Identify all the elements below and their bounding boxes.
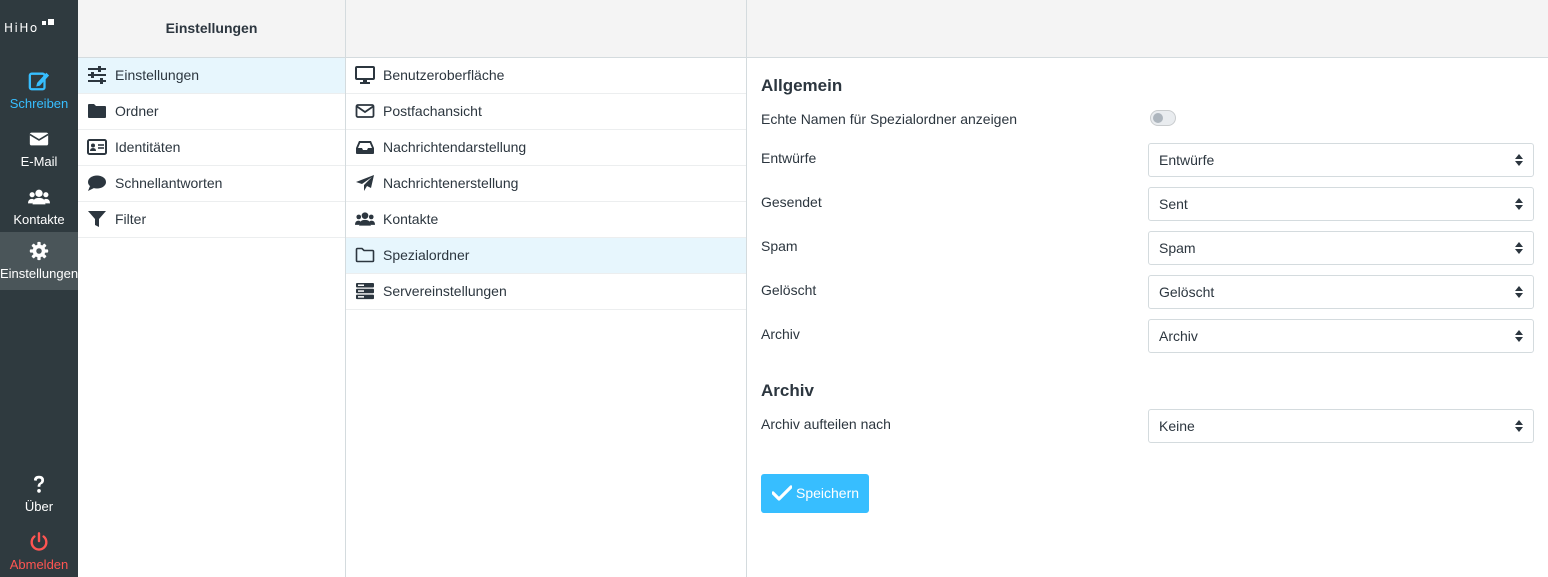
spam-folder-value: Spam bbox=[1159, 240, 1196, 256]
section-item-composing[interactable]: Nachrichtenerstellung bbox=[346, 166, 746, 202]
logo-text: HiHo bbox=[4, 21, 39, 35]
spam-folder-select[interactable]: Spam bbox=[1148, 231, 1534, 265]
sent-folder-value: Sent bbox=[1159, 196, 1188, 212]
select-arrows-icon bbox=[1515, 154, 1523, 166]
compose-icon bbox=[28, 72, 50, 91]
spam-folder-label: Spam bbox=[761, 238, 798, 254]
show-real-names-toggle[interactable] bbox=[1150, 110, 1176, 126]
archive-folder-value: Archiv bbox=[1159, 328, 1198, 344]
sent-folder-select[interactable]: Sent bbox=[1148, 187, 1534, 221]
save-button[interactable]: Speichern bbox=[761, 474, 869, 513]
archive-split-select[interactable]: Keine bbox=[1148, 409, 1534, 443]
select-arrows-icon bbox=[1515, 242, 1523, 254]
archive-split-label: Archiv aufteilen nach bbox=[761, 416, 891, 432]
special-folders-form: Allgemein Echte Namen für Spezialordner … bbox=[747, 0, 1548, 577]
sliders-icon bbox=[88, 66, 106, 84]
trash-folder-value: Gelöscht bbox=[1159, 284, 1215, 300]
nav-mail[interactable]: E-Mail bbox=[0, 120, 78, 178]
server-icon bbox=[356, 283, 374, 300]
nav-settings[interactable]: Einstellungen bbox=[0, 232, 78, 290]
section-item-message-display[interactable]: Nachrichtendarstellung bbox=[346, 130, 746, 166]
section-item-label: Nachrichtenerstellung bbox=[383, 175, 519, 191]
settings-panel-title: Einstellungen bbox=[78, 0, 345, 58]
archive-split-value: Keine bbox=[1159, 418, 1195, 434]
id-card-icon bbox=[87, 139, 107, 155]
settings-item-label: Filter bbox=[115, 211, 147, 227]
settings-item-folders[interactable]: Ordner bbox=[78, 94, 345, 130]
show-real-names-label: Echte Namen für Spezialordner anzeigen bbox=[761, 111, 1018, 127]
sent-folder-label: Gesendet bbox=[761, 194, 822, 210]
section-item-contacts[interactable]: Kontakte bbox=[346, 202, 746, 238]
comment-icon bbox=[88, 175, 106, 191]
section-item-label: Postfachansicht bbox=[383, 103, 482, 119]
section-item-label: Servereinstellungen bbox=[383, 283, 507, 299]
settings-item-preferences[interactable]: Einstellungen bbox=[78, 58, 345, 94]
select-arrows-icon bbox=[1515, 198, 1523, 210]
archive-folder-select[interactable]: Archiv bbox=[1148, 319, 1534, 353]
section-item-server[interactable]: Servereinstellungen bbox=[346, 274, 746, 310]
nav-contacts-label: Kontakte bbox=[13, 212, 65, 227]
gear-icon bbox=[29, 241, 49, 261]
settings-item-identities[interactable]: Identitäten bbox=[78, 130, 345, 166]
settings-item-filters[interactable]: Filter bbox=[78, 202, 345, 238]
nav-compose-label: Schreiben bbox=[9, 96, 69, 111]
save-button-label: Speichern bbox=[796, 485, 860, 501]
archive-folder-label: Archiv bbox=[761, 326, 800, 342]
trash-folder-select[interactable]: Gelöscht bbox=[1148, 275, 1534, 309]
select-arrows-icon bbox=[1515, 420, 1523, 432]
section-item-ui[interactable]: Benutzeroberfläche bbox=[346, 58, 746, 94]
drafts-folder-label: Entwürfe bbox=[761, 150, 817, 166]
nav-settings-label: Einstellungen bbox=[0, 266, 79, 281]
inbox-icon bbox=[356, 141, 374, 154]
users-icon bbox=[355, 212, 375, 226]
question-icon bbox=[33, 475, 45, 493]
section-title-archive: Archiv bbox=[761, 381, 814, 400]
settings-item-label: Einstellungen bbox=[115, 67, 200, 83]
section-item-label: Nachrichtendarstellung bbox=[383, 139, 527, 155]
folder-icon bbox=[88, 104, 106, 118]
nav-contacts[interactable]: Kontakte bbox=[0, 178, 78, 236]
drafts-folder-select[interactable]: Entwürfe bbox=[1148, 143, 1534, 177]
main-navigation: HiHo Schreiben E-Mail Kontakte Einstellu… bbox=[0, 0, 78, 577]
envelope-outline-icon bbox=[355, 104, 375, 118]
sections-list-panel: Benutzeroberfläche Postfachansicht Nachr… bbox=[346, 0, 747, 577]
envelope-icon bbox=[29, 132, 49, 146]
monitor-icon bbox=[355, 66, 375, 84]
nav-logout-label: Abmelden bbox=[9, 557, 69, 572]
form-header bbox=[747, 0, 1548, 58]
nav-about[interactable]: Über bbox=[0, 465, 78, 523]
nav-compose[interactable]: Schreiben bbox=[0, 62, 78, 120]
nav-about-label: Über bbox=[24, 499, 54, 514]
section-title-general: Allgemein bbox=[761, 76, 843, 95]
settings-item-responses[interactable]: Schnellantworten bbox=[78, 166, 345, 202]
settings-item-label: Schnellantworten bbox=[115, 175, 223, 191]
settings-list-panel: Einstellungen Einstellungen Ordner Ident… bbox=[78, 0, 346, 577]
settings-item-label: Ordner bbox=[115, 103, 159, 119]
settings-item-label: Identitäten bbox=[115, 139, 181, 155]
select-arrows-icon bbox=[1515, 330, 1523, 342]
section-item-label: Spezialordner bbox=[383, 247, 470, 263]
paper-plane-icon bbox=[356, 175, 374, 191]
nav-mail-label: E-Mail bbox=[20, 154, 58, 169]
drafts-folder-value: Entwürfe bbox=[1159, 152, 1215, 168]
filter-icon bbox=[88, 211, 106, 227]
folder-outline-icon bbox=[355, 247, 375, 263]
trash-folder-label: Gelöscht bbox=[761, 282, 817, 298]
section-item-mailbox[interactable]: Postfachansicht bbox=[346, 94, 746, 130]
section-item-label: Kontakte bbox=[383, 211, 439, 227]
app-logo[interactable]: HiHo bbox=[4, 18, 56, 38]
checkmark-icon bbox=[772, 485, 792, 501]
users-icon bbox=[28, 189, 50, 205]
select-arrows-icon bbox=[1515, 286, 1523, 298]
toggle-knob bbox=[1153, 113, 1163, 123]
nav-logout[interactable]: Abmelden bbox=[0, 523, 78, 577]
sections-panel-header bbox=[346, 0, 746, 58]
power-icon bbox=[30, 532, 48, 551]
section-item-special-folders[interactable]: Spezialordner bbox=[346, 238, 746, 274]
section-item-label: Benutzeroberfläche bbox=[383, 67, 505, 83]
